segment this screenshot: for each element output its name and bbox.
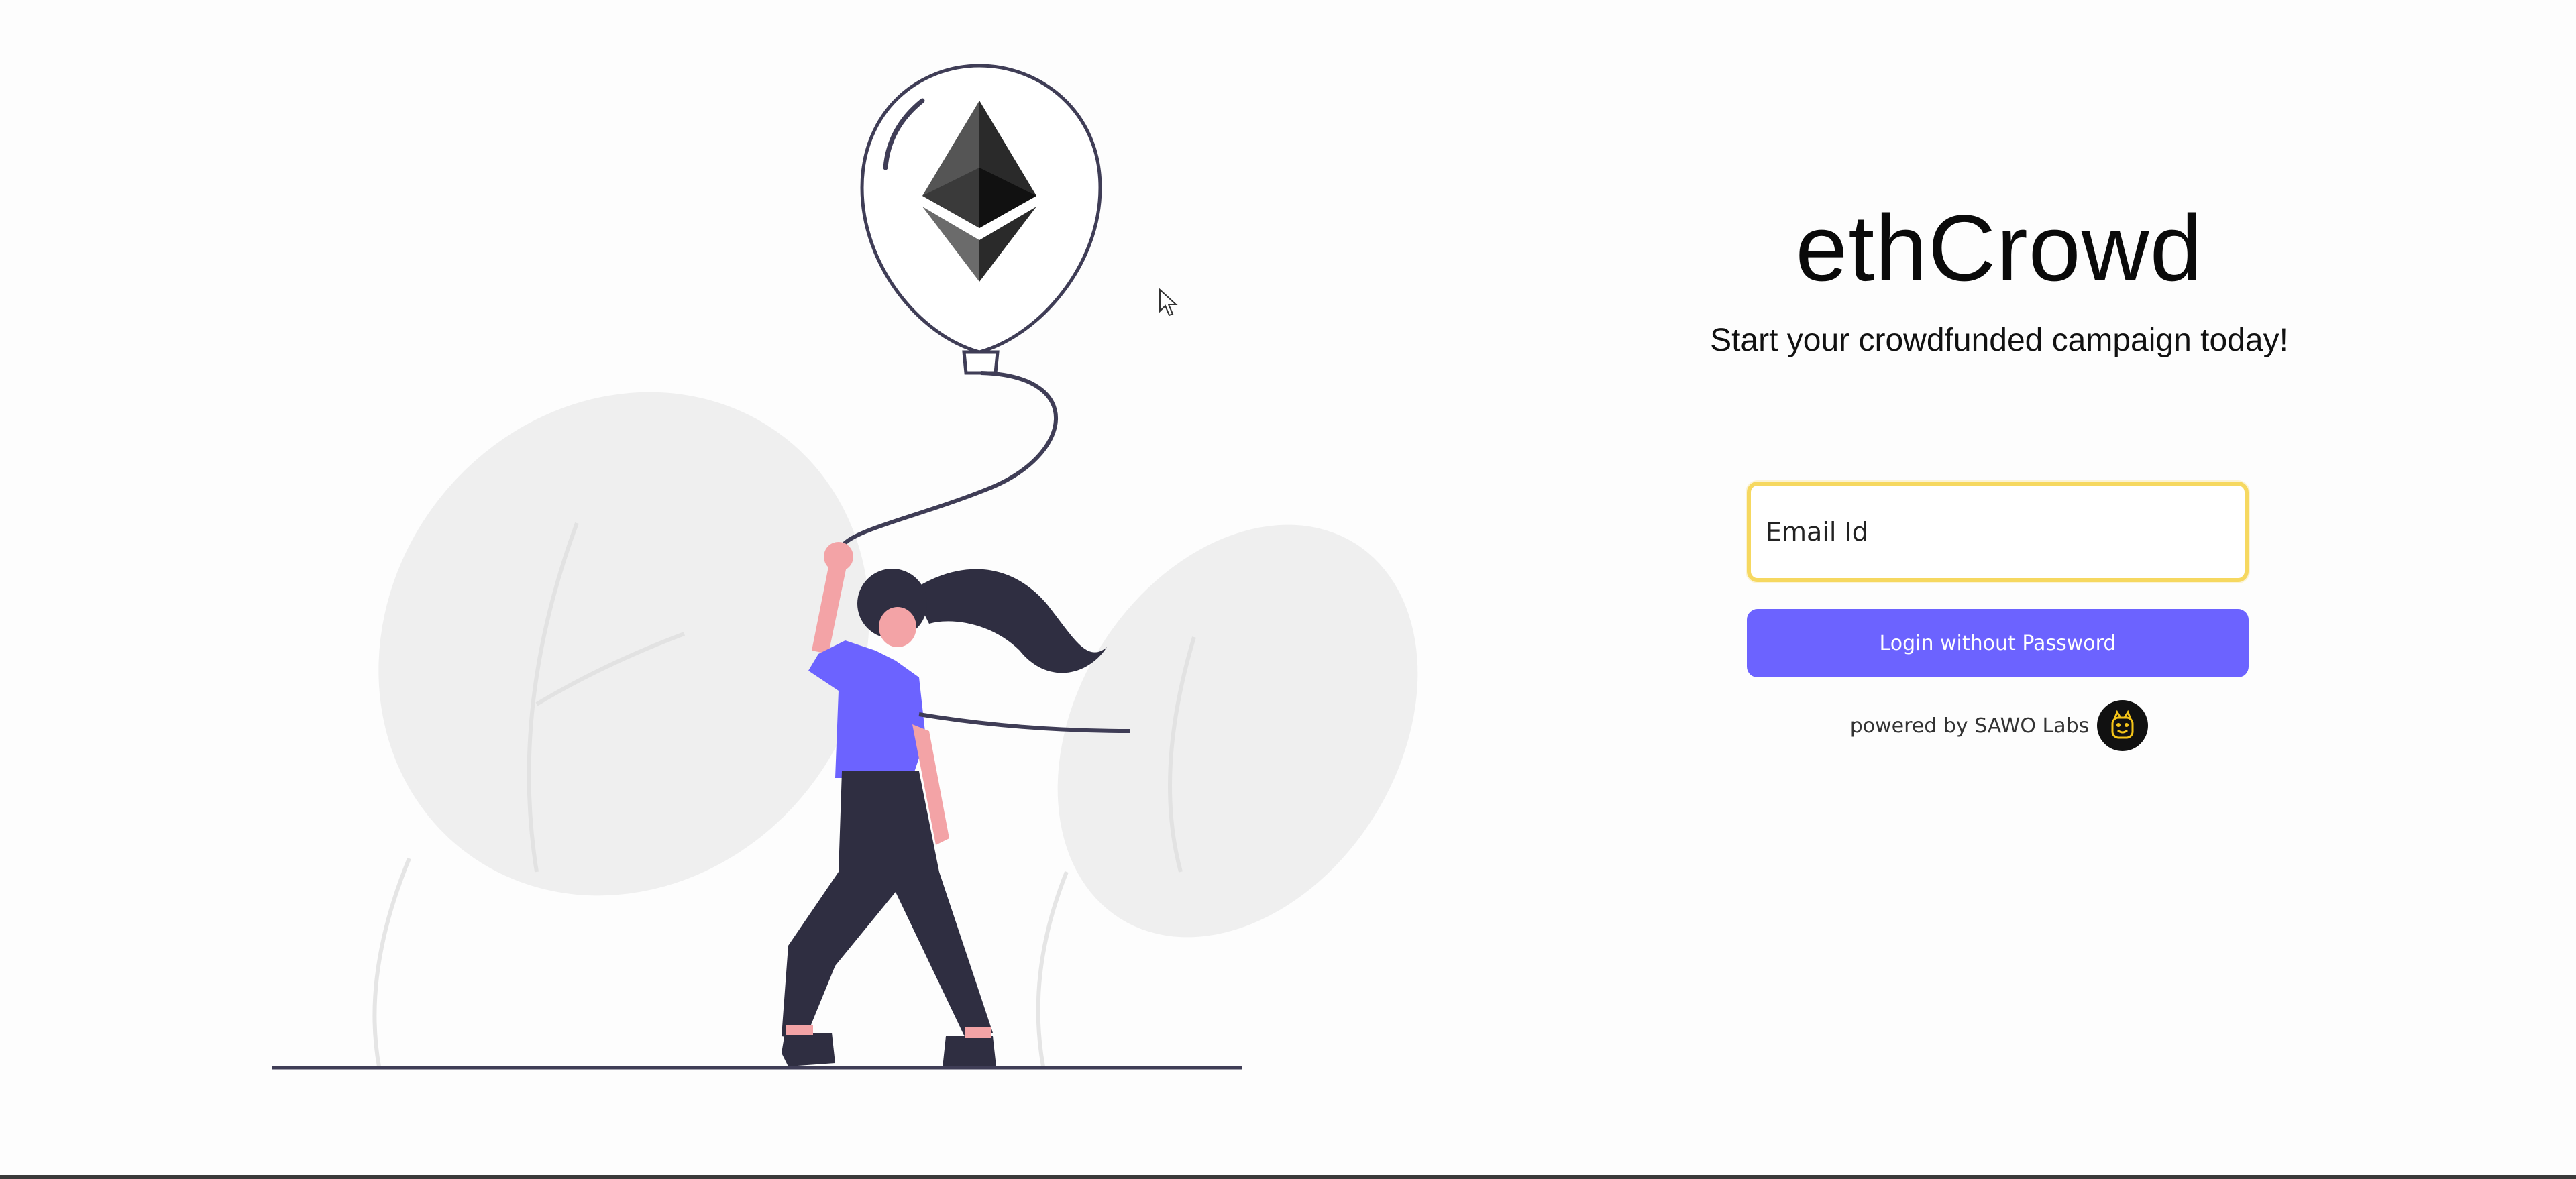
login-button-label: Login without Password: [1879, 631, 2116, 655]
email-input[interactable]: [1747, 482, 2249, 582]
mouse-pointer-icon: [1159, 288, 1179, 318]
header-panel: ethCrowd Start your crowdfunded campaign…: [1610, 201, 2388, 357]
hero-illustration: [0, 0, 1476, 1179]
login-form: Login without Password powered by SAWO L…: [1747, 482, 2249, 751]
powered-by-label: powered by SAWO Labs: [1849, 714, 2090, 738]
app-tagline: Start your crowdfunded campaign today!: [1710, 323, 2288, 358]
app-title: ethCrowd: [1795, 195, 2203, 300]
bottom-border: [0, 1175, 2576, 1179]
sawo-labs-logo-icon: [2097, 700, 2149, 751]
powered-by: powered by SAWO Labs: [1747, 700, 2249, 751]
login-page: ethCrowd Start your crowdfunded campaign…: [0, 0, 2576, 1179]
login-without-password-button[interactable]: Login without Password: [1747, 609, 2249, 677]
